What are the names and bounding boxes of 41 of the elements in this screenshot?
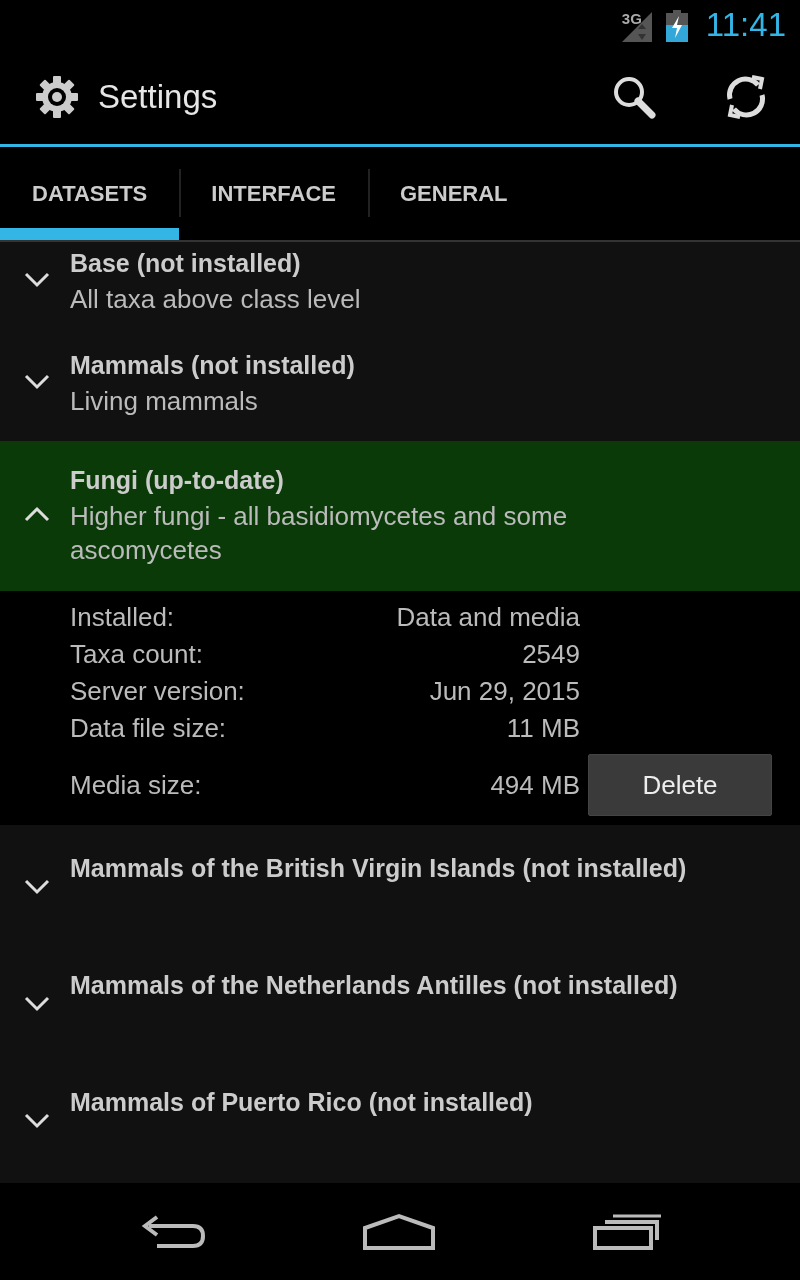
dataset-title: Mammals of the British Virgin Islands (not installed) bbox=[70, 853, 687, 884]
tab[interactable]: INTERFACE bbox=[179, 147, 368, 240]
signal-icon bbox=[621, 12, 652, 42]
dataset-title: Mammals of Puerto Rico (not installed) bbox=[70, 1087, 533, 1118]
dataset-description: Living mammals bbox=[70, 384, 259, 418]
clock: 11:41 bbox=[705, 6, 786, 44]
detail-value: Data and media bbox=[395, 602, 580, 633]
chevron-icon bbox=[24, 1113, 50, 1129]
app-title: Settings bbox=[98, 78, 218, 116]
dataset-item[interactable]: Mammals of Puerto Rico (not installed) bbox=[0, 1059, 800, 1176]
chevron-icon bbox=[24, 996, 50, 1012]
dataset-title: Mammals of the Netherlands Antilles (not installed) bbox=[70, 970, 678, 1001]
dataset-description: All taxa above class level bbox=[70, 283, 361, 316]
gear-icon bbox=[35, 75, 79, 119]
detail-label: Media size: bbox=[70, 769, 203, 801]
detail-value: Jun 29, 2015 bbox=[428, 676, 580, 707]
detail-value: 2549 bbox=[521, 639, 580, 670]
chevron-icon bbox=[24, 272, 50, 288]
detail-label: Installed: bbox=[70, 602, 176, 633]
dataset-item[interactable]: Base (not installed) All taxa above class level bbox=[0, 242, 800, 324]
home-button[interactable] bbox=[361, 1211, 437, 1252]
dataset-title: Fungi (up-to-date) bbox=[70, 465, 285, 496]
tab[interactable]: GENERAL bbox=[368, 147, 540, 240]
chevron-icon bbox=[24, 506, 50, 522]
network-type: 3G bbox=[621, 10, 642, 27]
dataset-item[interactable]: Mammals of the British Virgin Islands (not installed) bbox=[0, 825, 800, 942]
detail-value: 494 MB bbox=[489, 769, 580, 801]
chevron-icon bbox=[24, 879, 50, 895]
detail-label: Taxa count: bbox=[70, 639, 204, 670]
detail-label: Server version: bbox=[70, 676, 246, 707]
dataset-title: Mammals (not installed) bbox=[70, 349, 355, 381]
dataset-title: Base (not installed) bbox=[70, 248, 302, 279]
dataset-description: Higher fungi - all basidiomycetes and some ascomycetes bbox=[70, 500, 569, 567]
delete-button[interactable]: Delete bbox=[588, 754, 772, 816]
dataset-item[interactable]: Fungi (up-to-date) Higher fungi - all basidiomycetes and some ascomycetes bbox=[0, 441, 800, 591]
detail-label: Data file size: bbox=[70, 713, 228, 744]
dataset-item[interactable]: Mammals (not installed) Living mammals bbox=[0, 324, 800, 441]
dataset-item[interactable]: Mammals of the Netherlands Antilles (not installed) bbox=[0, 942, 800, 1059]
battery-charging-icon bbox=[665, 10, 688, 42]
detail-value: 11 MB bbox=[505, 713, 580, 744]
chevron-icon bbox=[24, 373, 50, 390]
